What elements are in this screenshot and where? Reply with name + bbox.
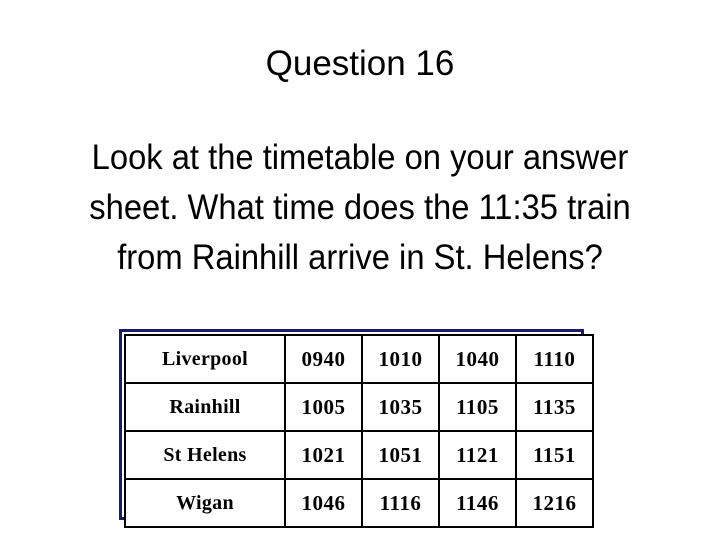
question-line-3: from Rainhill arrive in St. Helens? <box>117 238 603 277</box>
timetable-container: Liverpool 0940 1010 1040 1110 Rainhill 1… <box>119 329 594 528</box>
question-text: Look at the timetable on your answer she… <box>31 133 689 283</box>
page-title: Question 16 <box>265 44 455 83</box>
departure-time: 1040 <box>438 334 517 384</box>
departure-time: 1216 <box>515 478 594 528</box>
departure-time: 1110 <box>515 334 594 384</box>
departure-time: 0940 <box>284 334 363 384</box>
departure-time: 1051 <box>361 430 440 480</box>
departure-time: 1005 <box>284 382 363 432</box>
slide: Question 16 Look at the timetable on you… <box>0 0 720 540</box>
departure-time: 1135 <box>515 382 594 432</box>
departure-time: 1121 <box>438 430 517 480</box>
departure-time: 1146 <box>438 478 517 528</box>
departure-time: 1021 <box>284 430 363 480</box>
table-row: Wigan 1046 1116 1146 1216 <box>124 478 594 528</box>
station-name: Wigan <box>124 478 286 528</box>
station-name: Liverpool <box>124 334 286 384</box>
station-name: Rainhill <box>124 382 286 432</box>
question-line-2: sheet. What time does the 11:35 train <box>89 188 631 227</box>
departure-time: 1035 <box>361 382 440 432</box>
departure-time: 1046 <box>284 478 363 528</box>
question-line-1: Look at the timetable on your answer <box>91 138 629 177</box>
table-row: Liverpool 0940 1010 1040 1110 <box>124 334 594 384</box>
departure-time: 1010 <box>361 334 440 384</box>
table-row: St Helens 1021 1051 1121 1151 <box>124 430 594 480</box>
table-row: Rainhill 1005 1035 1105 1135 <box>124 382 594 432</box>
departure-time: 1151 <box>515 430 594 480</box>
timetable: Liverpool 0940 1010 1040 1110 Rainhill 1… <box>124 334 594 528</box>
departure-time: 1105 <box>438 382 517 432</box>
departure-time: 1116 <box>361 478 440 528</box>
station-name: St Helens <box>124 430 286 480</box>
